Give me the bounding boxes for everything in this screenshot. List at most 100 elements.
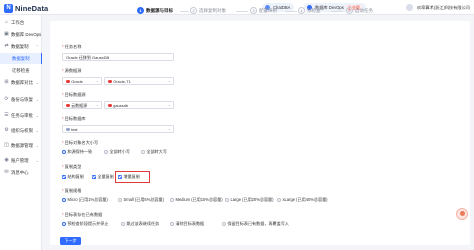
sidebar-item-label: 账户管理	[11, 158, 29, 163]
radio-icon	[62, 197, 66, 202]
step-label: 选择复制对象	[199, 8, 226, 13]
step-number: 1	[137, 7, 144, 15]
step-connector	[331, 11, 343, 12]
source-datasource-select[interactable]: Oracle-T1 ⌄	[104, 77, 174, 85]
copy-type-full[interactable]: 全量复制	[92, 174, 114, 180]
step-number: 5	[346, 7, 353, 15]
next-button[interactable]: 下一步	[60, 237, 81, 245]
chevron-down-icon: ⌄	[35, 128, 39, 133]
oracle-icon	[108, 79, 112, 84]
target-datasource-select[interactable]: gaussdb ⌄	[104, 101, 174, 109]
step-connector	[236, 11, 248, 12]
checkbox-checked-icon	[62, 174, 66, 179]
user-icon: ◉	[4, 157, 9, 163]
chevron-down-icon: ⌄	[95, 103, 99, 107]
radio-icon	[62, 149, 66, 154]
radio-icon	[170, 221, 174, 226]
spec-large[interactable]: Large (已用20%总容量)	[225, 197, 274, 203]
step-number: 3	[250, 7, 257, 15]
sidebar-item-replication[interactable]: ⇄ 数据复制 ⌃	[0, 41, 42, 52]
sidebar-item-label: 迁移检查	[12, 68, 30, 73]
task-name-input[interactable]: Oracle 迁移到 GaussDB	[62, 53, 174, 61]
radio-icon	[62, 221, 66, 226]
assistant-avatar-icon[interactable]	[456, 208, 468, 220]
tasks-icon: ☰	[4, 112, 9, 118]
sidebar-item-datasource[interactable]: ◫ 数据源管理 ⌄	[0, 140, 42, 151]
sidebar-item-account[interactable]: ◉ 账户管理 ⌄	[0, 155, 42, 166]
sidebar-item-messages[interactable]: ✉ 消息中心	[0, 167, 42, 178]
radio-icon	[277, 197, 281, 202]
step-2: 2 选择复制对象	[190, 7, 226, 15]
logo[interactable]: N NineData	[4, 3, 48, 13]
spec-medium[interactable]: Medium (已用10%总容量)	[170, 197, 223, 203]
sidebar-item-workbench[interactable]: ⌂ 工作台	[0, 17, 42, 28]
logo-icon: N	[4, 3, 13, 13]
radio-icon	[225, 197, 229, 202]
top-bar: N NineData ChatDBA 数据库 DevOps 企业版 玖章算术(浙江…	[0, 0, 474, 15]
radio-icon	[121, 221, 125, 226]
target-exists-keep[interactable]: 保留目标表已有数据，再覆盖写入	[222, 221, 289, 227]
sidebar-item-tasks[interactable]: ☰ 任务与审批 ⌄	[0, 110, 42, 121]
target-type-select[interactable]: 云数据源 ⌄	[62, 101, 102, 109]
sidebar-item-label: 数据源管理	[11, 143, 33, 148]
case-option-keep[interactable]: 和源保持一致	[62, 149, 92, 155]
spec-micro[interactable]: Micro (已用1%总容量)	[62, 197, 108, 203]
source-type-select[interactable]: Oracle ⌄	[62, 77, 102, 85]
backup-icon: ⟳	[4, 96, 9, 102]
sidebar-item-label: 任务与审批	[11, 113, 33, 118]
radio-icon	[141, 149, 145, 154]
task-name-label: *任务名称	[62, 44, 82, 49]
chevron-up-icon: ⌃	[35, 44, 39, 49]
chevron-down-icon: ⌄	[35, 32, 39, 37]
copy-type-structure[interactable]: 结构复制	[62, 174, 84, 180]
spec-small[interactable]: Small (已用5%总容量)	[118, 197, 164, 203]
step-1: 1 数据源与目标	[137, 7, 173, 15]
chevron-down-icon: ⌄	[35, 80, 39, 85]
database-icon	[66, 127, 70, 132]
step-label: 预检查	[307, 8, 321, 13]
target-db-select[interactable]: test ⌄	[62, 125, 174, 133]
step-label: 数据源与目标	[146, 8, 173, 13]
org-avatar	[405, 4, 413, 11]
step-5: 5 启动任务	[346, 7, 373, 15]
radio-icon	[170, 197, 174, 202]
step-number: 2	[190, 7, 197, 15]
cloud-db-icon	[66, 103, 70, 108]
target-exists-stop[interactable]: 预检查阶段提示并停止	[62, 221, 108, 227]
gear-icon: ⚙	[4, 127, 9, 133]
sidebar-item-org[interactable]: ⚙ 组织与权限 ⌄	[0, 125, 42, 136]
sidebar-item-db-compare[interactable]: ⊞ 数据库对比 ⌄	[0, 77, 42, 88]
spec-label: *复制规格	[62, 188, 82, 193]
case-option-lower[interactable]: 全部转小写	[104, 149, 130, 155]
sidebar: ⌂ 工作台 ▣ 数据库 DevOps ⌄ ⇄ 数据复制 ⌃ 数据复制 迁移检查 …	[0, 15, 42, 250]
oracle-icon	[66, 79, 70, 84]
spec-xlarge[interactable]: xLarge (已用40%总容量)	[277, 197, 328, 203]
radio-icon	[118, 197, 122, 202]
org-switcher[interactable]: 玖章算术(浙江)科技有限公司	[405, 3, 470, 12]
app-name: NineData	[15, 3, 49, 13]
sidebar-subitem-replication[interactable]: 数据复制	[0, 53, 42, 64]
mail-icon: ✉	[4, 169, 9, 175]
target-db-label: *目标数据库	[62, 116, 86, 121]
highlight-box	[115, 171, 150, 183]
copy-type-label: *复制类型	[62, 164, 82, 169]
sidebar-item-label: 组织与权限	[11, 128, 33, 133]
datasource-icon: ◫	[4, 142, 9, 148]
radio-icon	[222, 221, 226, 226]
sidebar-subitem-migration-check[interactable]: 迁移检查	[0, 65, 42, 76]
sidebar-item-devops[interactable]: ▣ 数据库 DevOps ⌄	[0, 29, 42, 40]
chevron-down-icon: ⌄	[95, 79, 99, 83]
chevron-down-icon: ⌄	[35, 158, 39, 163]
home-icon: ⌂	[4, 19, 9, 25]
target-exists-clear[interactable]: 清除目标表数据	[170, 221, 204, 227]
sidebar-item-label: 数据复制	[12, 56, 30, 61]
sidebar-item-backup[interactable]: ⟳ 备份与恢复 ⌄	[0, 94, 42, 105]
sidebar-item-label: 数据库对比	[11, 80, 33, 85]
devops-icon: ▣	[4, 31, 9, 37]
compare-icon: ⊞	[4, 79, 9, 85]
sidebar-item-label: 工作台	[11, 20, 25, 25]
chevron-down-icon: ⌄	[167, 79, 171, 83]
step-4: 4 预检查	[298, 7, 321, 15]
target-exists-skip[interactable]: 跳过该表继续任务	[121, 221, 159, 227]
case-option-upper[interactable]: 全部转大写	[141, 149, 167, 155]
